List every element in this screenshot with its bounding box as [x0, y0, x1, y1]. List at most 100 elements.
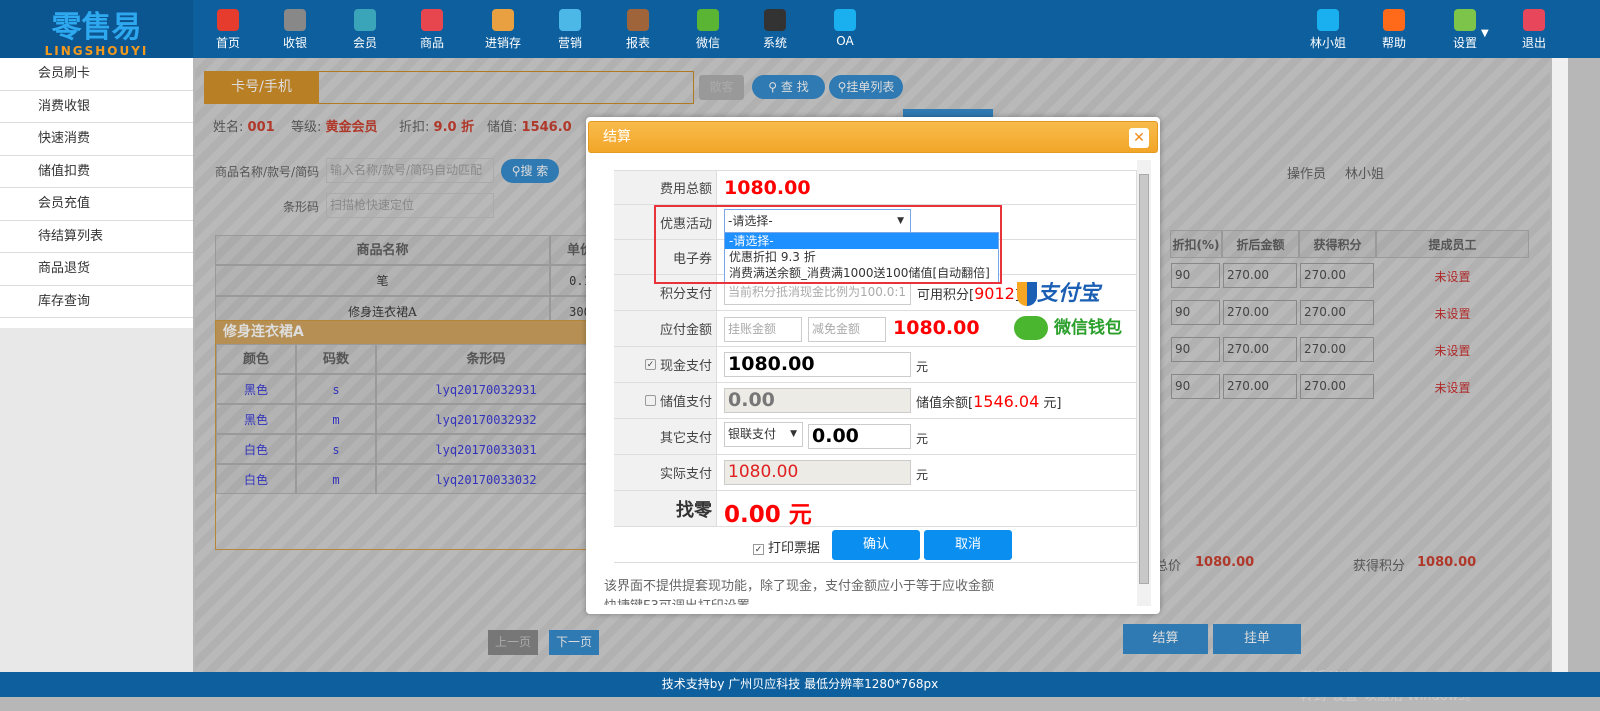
nav-8[interactable]: 系统	[745, 0, 805, 58]
field-label: 积分支付	[659, 287, 712, 302]
cash-register-icon	[284, 9, 306, 31]
variant-cell[interactable]: 白色	[216, 464, 296, 494]
cart-input[interactable]: 270.00	[1300, 374, 1374, 399]
cash-checkbox[interactable]: ✓	[644, 359, 656, 370]
other-amount-input[interactable]: 0.00	[808, 424, 911, 449]
chevron-down-icon: ▼	[790, 429, 797, 439]
sidebar-item[interactable]: 库存查询	[0, 286, 193, 318]
sidebar-item[interactable]: 储值扣费	[0, 156, 193, 188]
guest-button[interactable]: 散客	[699, 75, 744, 100]
nav-1[interactable]: 收银	[265, 0, 325, 58]
stored-value: 1546.0	[521, 120, 572, 135]
search-icon: ⚲	[768, 80, 781, 94]
dialog-scrollbar[interactable]	[1137, 160, 1151, 606]
stored-checkbox[interactable]	[644, 395, 656, 406]
staff-link[interactable]: 未设置	[1376, 342, 1529, 359]
find-button[interactable]: ⚲ 查 找	[752, 75, 825, 99]
cart-input[interactable]: 90	[1171, 300, 1220, 325]
page-scrollbar[interactable]	[1552, 58, 1568, 672]
cart-input[interactable]: 90	[1171, 337, 1220, 362]
variant-cell[interactable]: lyq20170032932	[376, 404, 596, 434]
level-value: 黄金会员	[325, 120, 378, 135]
cart-input[interactable]: 270.00	[1223, 300, 1297, 325]
prev-page-button[interactable]: 上一页	[488, 630, 538, 655]
nav-3[interactable]: 商品	[402, 0, 462, 58]
dialog-header: 结算 ✕	[588, 121, 1158, 153]
column-header: 码数	[296, 344, 376, 374]
cash-input[interactable]: 1080.00	[724, 352, 911, 377]
settle-button[interactable]: 结算	[1123, 624, 1208, 654]
product-search-input[interactable]: 输入名称/款号/简码自动匹配	[326, 158, 494, 183]
total-amount: 1080.00	[724, 177, 811, 199]
header-logout[interactable]: 退出	[1504, 0, 1564, 58]
cancel-button[interactable]: 取消	[924, 530, 1012, 560]
change-amount: 0.00 元	[724, 502, 812, 528]
alipay-logo[interactable]: 支付宝	[1017, 277, 1127, 309]
hang-order-button[interactable]: 挂单	[1213, 624, 1301, 654]
variant-cell[interactable]: lyq20170033032	[376, 464, 596, 494]
wechat-icon	[697, 9, 719, 31]
sidebar-item[interactable]: 待结算列表	[0, 221, 193, 253]
staff-link[interactable]: 未设置	[1376, 379, 1529, 396]
nav-label: 系统	[762, 36, 787, 50]
cart-input[interactable]: 270.00	[1300, 263, 1374, 288]
other-method-select[interactable]: 银联支付 ▼	[724, 422, 803, 447]
cart-input[interactable]: 270.00	[1223, 374, 1297, 399]
credit-amount-input[interactable]: 挂账金额	[724, 317, 802, 342]
cart-input[interactable]: 270.00	[1300, 300, 1374, 325]
close-icon[interactable]: ✕	[1129, 128, 1149, 148]
nav-4[interactable]: 进销存	[473, 0, 533, 58]
actual-payment-input[interactable]: 1080.00	[724, 460, 911, 485]
sidebar-item[interactable]: 会员刷卡	[0, 58, 193, 91]
sidebar-item[interactable]: 会员充值	[0, 188, 193, 221]
reduce-amount-input[interactable]: 减免金额	[808, 317, 886, 342]
nav-7[interactable]: 微信	[678, 0, 738, 58]
cart-input[interactable]: 270.00	[1300, 337, 1374, 362]
variant-cell[interactable]: 黑色	[216, 374, 296, 404]
header-label: 林小姐	[1309, 36, 1346, 50]
variant-cell[interactable]: s	[296, 434, 376, 464]
barcode-input[interactable]: 扫描枪快速定位	[326, 193, 494, 218]
sidebar-item[interactable]: 消费收银	[0, 91, 193, 123]
product-search-label: 商品名称/款号/简码	[215, 165, 320, 179]
cart-input[interactable]: 270.00	[1223, 337, 1297, 362]
nav-label: 报表	[625, 36, 650, 50]
chevron-down-icon[interactable]: ▼	[1481, 28, 1489, 39]
bell-icon	[1383, 9, 1405, 31]
variant-cell[interactable]: m	[296, 464, 376, 494]
nav-5[interactable]: 营销	[540, 0, 600, 58]
nav-0[interactable]: 首页	[198, 0, 258, 58]
name-value: 001	[247, 120, 275, 135]
variant-cell[interactable]: 黑色	[216, 404, 296, 434]
next-page-button[interactable]: 下一页	[549, 630, 599, 655]
nav-6[interactable]: 报表	[608, 0, 668, 58]
confirm-button[interactable]: 确认	[832, 530, 920, 560]
cart-input[interactable]: 90	[1171, 263, 1220, 288]
product-search-button[interactable]: ⚲搜 索	[501, 159, 559, 183]
variant-cell[interactable]: lyq20170033031	[376, 434, 596, 464]
form-row: 费用总额 1080.00	[614, 171, 1137, 205]
variant-cell[interactable]: lyq20170032931	[376, 374, 596, 404]
print-checkbox[interactable]: ✓	[753, 544, 764, 555]
sidebar-item[interactable]: 商品退货	[0, 253, 193, 286]
staff-link[interactable]: 未设置	[1376, 268, 1529, 285]
scrollbar-thumb[interactable]	[1139, 174, 1149, 584]
sidebar-item[interactable]: 快速消费	[0, 123, 193, 156]
cart-input[interactable]: 270.00	[1223, 263, 1297, 288]
cart-input[interactable]: 90	[1171, 374, 1220, 399]
variant-cell[interactable]: s	[296, 374, 376, 404]
variant-cell[interactable]: m	[296, 404, 376, 434]
stored-input[interactable]: 0.00	[724, 388, 911, 413]
nav-9[interactable]: OA	[815, 0, 875, 58]
column-header: 折后金额	[1222, 230, 1299, 258]
hang-list-button[interactable]: ⚲挂单列表	[829, 75, 903, 99]
header-user[interactable]: 林小姐	[1298, 0, 1358, 58]
header-bell[interactable]: 帮助	[1364, 0, 1424, 58]
logout-icon	[1523, 9, 1545, 31]
product-name[interactable]: 笔	[215, 265, 550, 296]
wechat-wallet-logo[interactable]: 微信钱包	[1014, 313, 1132, 343]
variant-cell[interactable]: 白色	[216, 434, 296, 464]
nav-2[interactable]: 会员	[335, 0, 395, 58]
staff-link[interactable]: 未设置	[1376, 305, 1529, 322]
discount-label: 折扣:	[399, 120, 430, 135]
